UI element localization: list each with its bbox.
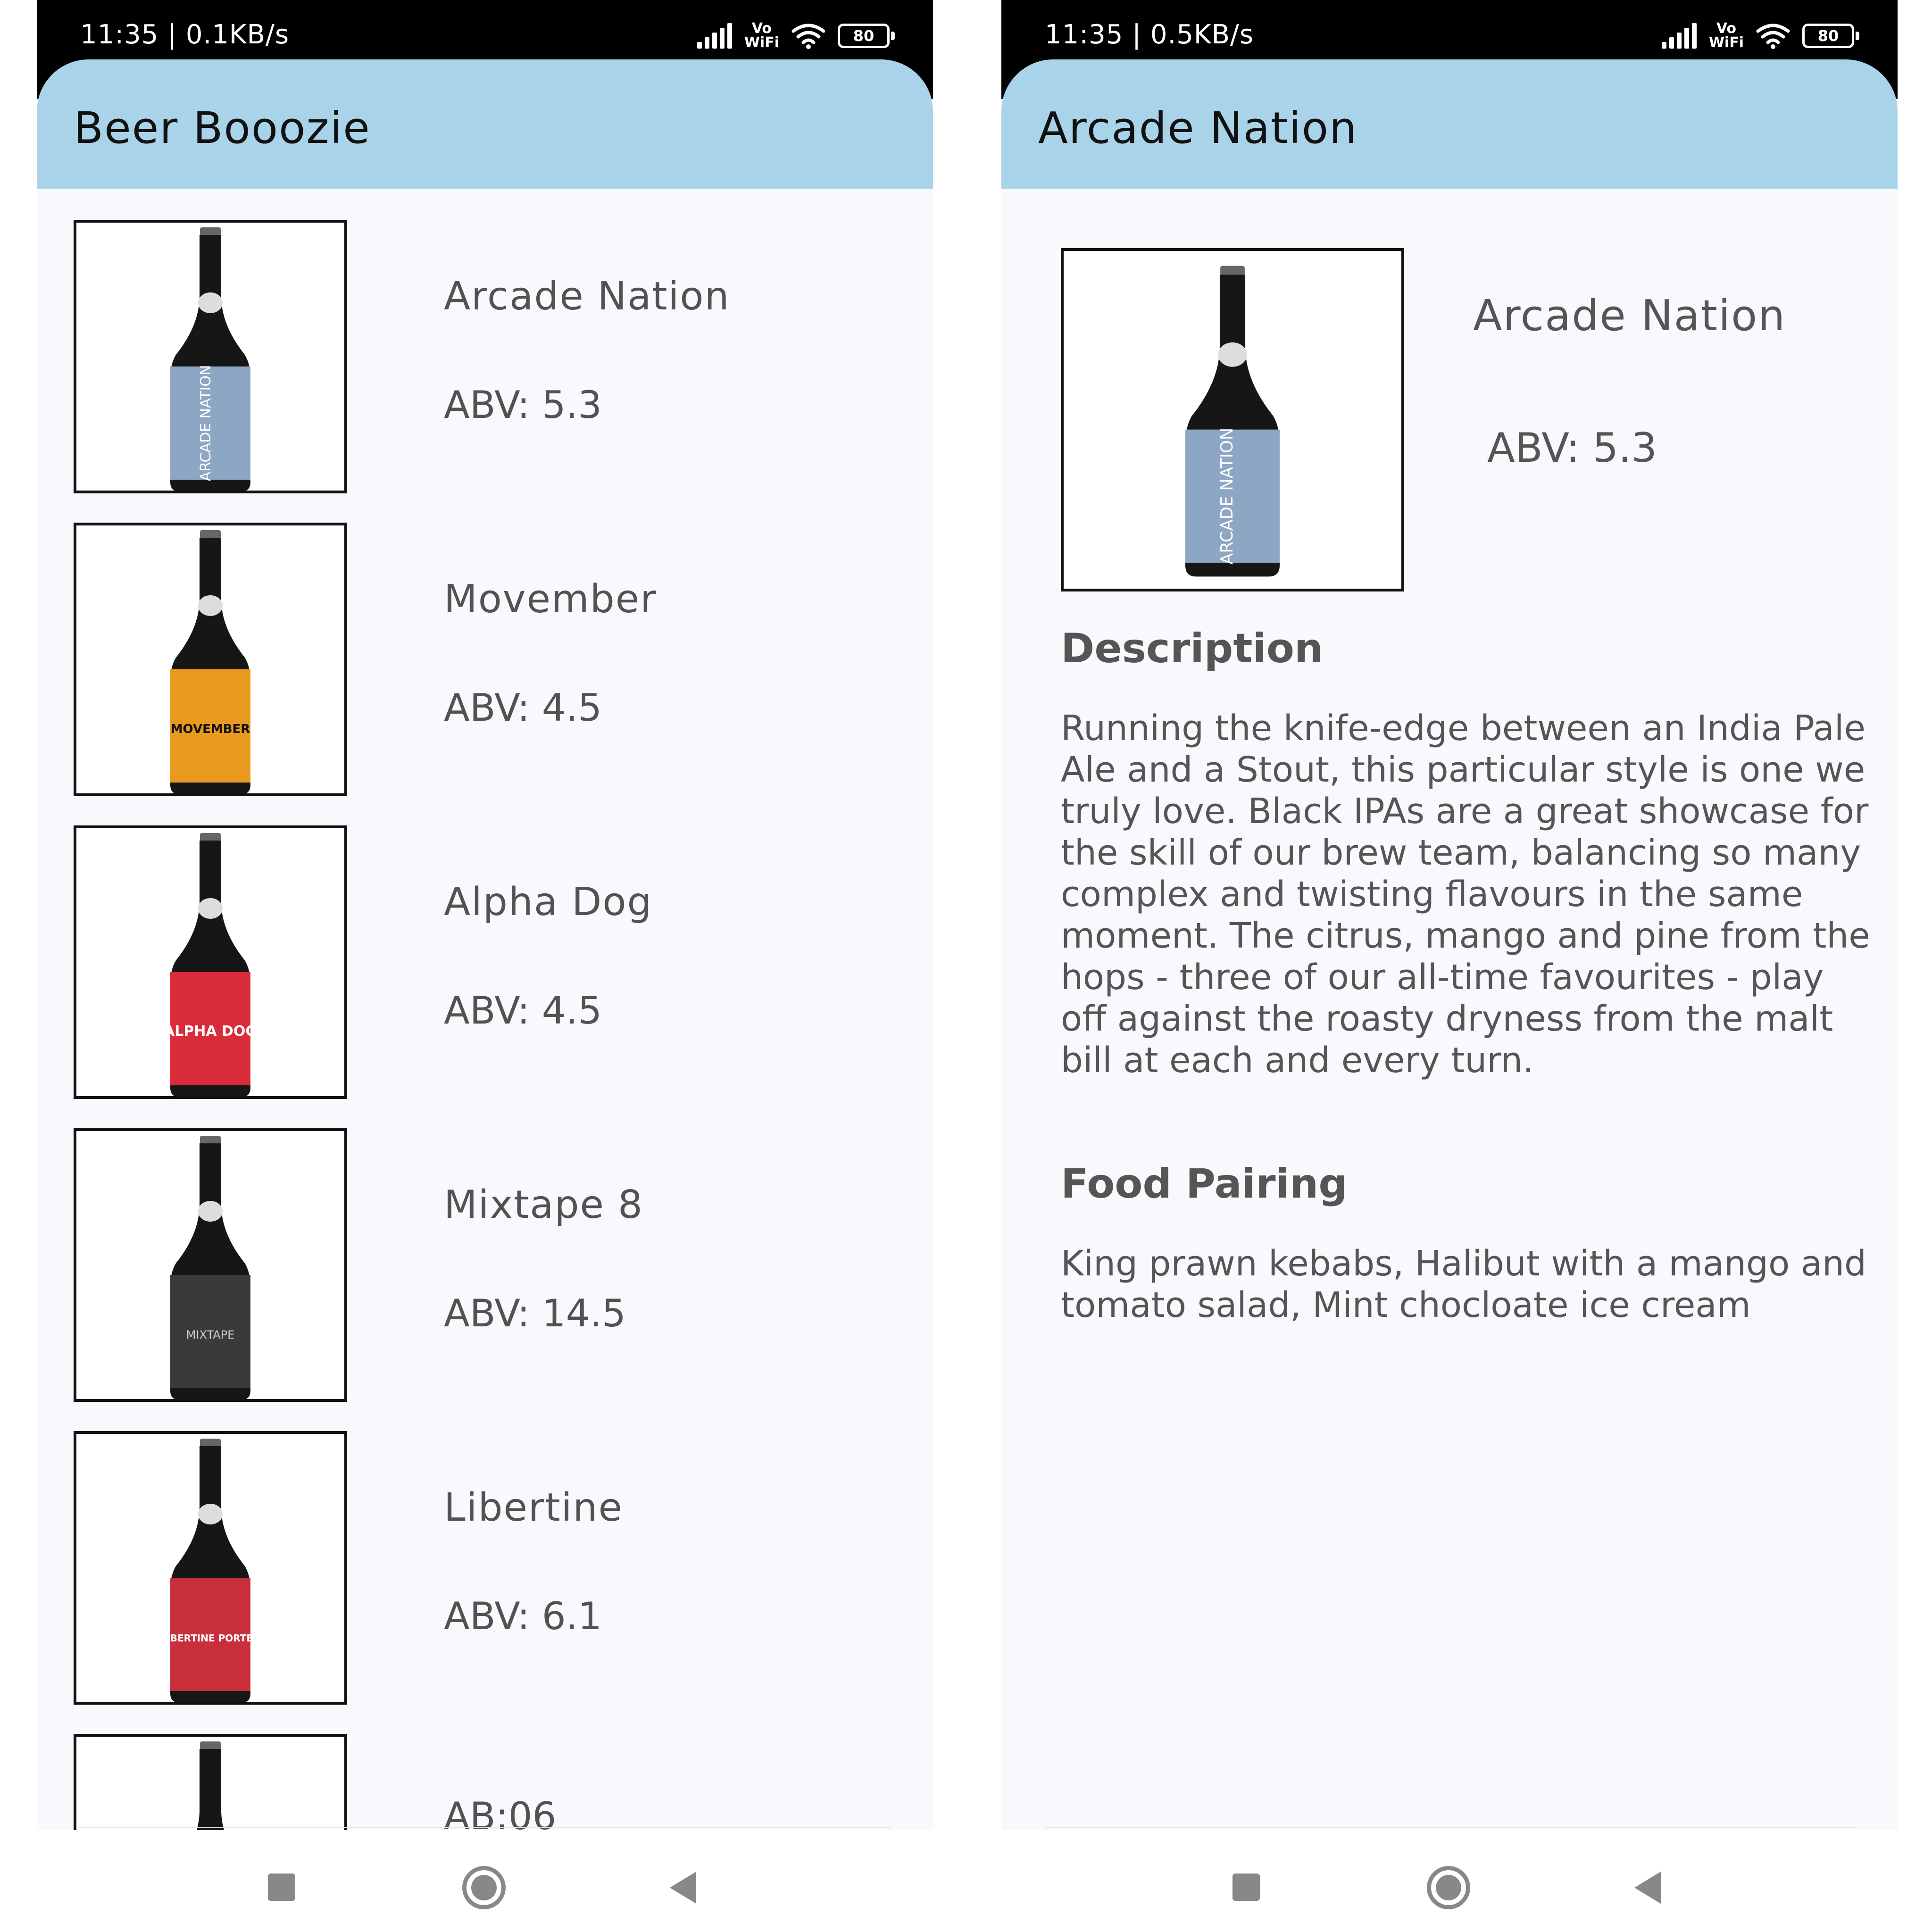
- beer-bottle-image: LIBERTINE PORTER: [170, 1439, 250, 1702]
- beer-list: ARCADE NATION Arcade Nation ABV: 5.3 MOV…: [37, 189, 933, 1830]
- svg-text:ALPHA DOG: ALPHA DOG: [170, 1023, 250, 1040]
- navigation-bar: [37, 1835, 933, 1932]
- beer-list-screen: 11:35 | 0.1KB/s VoWiFi 80 Beer Booozie: [37, 0, 933, 1932]
- beer-abv: ABV: 5.3: [1487, 425, 1657, 472]
- beer-detail-image: ARCADE NATION: [1061, 248, 1404, 591]
- food-pairing-heading: Food Pairing: [1061, 1160, 1348, 1208]
- beer-bottle-image: [197, 1741, 224, 1830]
- beer-thumbnail: ALPHA DOG: [74, 825, 347, 1099]
- beer-thumbnail: ARCADE NATION: [74, 220, 347, 493]
- svg-text:MIXTAPE: MIXTAPE: [186, 1328, 235, 1341]
- beer-name: Arcade Nation: [444, 274, 730, 319]
- beer-detail-content: ARCADE NATION Arcade Nation ABV: 5.3 Des…: [1001, 189, 1898, 1830]
- list-item[interactable]: ARCADE NATION Arcade Nation ABV: 5.3: [74, 220, 875, 493]
- battery-icon: 80: [1802, 24, 1859, 48]
- svg-text:ARCADE NATION: ARCADE NATION: [1217, 428, 1237, 565]
- vowifi-icon: Vo WiFi: [1708, 20, 1744, 51]
- home-circle-icon[interactable]: [1427, 1866, 1470, 1909]
- wifi-icon: [791, 24, 825, 49]
- app-title: Beer Booozie: [74, 103, 371, 153]
- beer-thumbnail: MIXTAPE: [74, 1128, 347, 1402]
- list-item[interactable]: MOVEMBER Movember ABV: 4.5: [74, 523, 875, 796]
- description-text: Running the knife-edge between an India …: [1061, 708, 1870, 1081]
- home-circle-icon[interactable]: [462, 1866, 506, 1909]
- bottom-divider: [1044, 1827, 1855, 1828]
- back-triangle-icon[interactable]: [1634, 1872, 1661, 1904]
- list-item[interactable]: LIBERTINE PORTER Libertine ABV: 6.1: [74, 1431, 875, 1705]
- navigation-bar: [1001, 1835, 1898, 1932]
- list-item[interactable]: MIXTAPE Mixtape 8 ABV: 14.5: [74, 1128, 875, 1402]
- beer-abv: ABV: 6.1: [444, 1594, 602, 1638]
- vowifi-icon: Vo WiFi: [744, 20, 779, 51]
- svg-text:LIBERTINE PORTER: LIBERTINE PORTER: [170, 1632, 250, 1644]
- beer-name: Movember: [444, 577, 657, 622]
- beer-bottle-image: MOVEMBER: [170, 530, 250, 793]
- bottom-divider: [79, 1827, 891, 1828]
- svg-text:ARCADE NATION: ARCADE NATION: [198, 365, 214, 482]
- recents-square-icon[interactable]: [1232, 1874, 1260, 1901]
- beer-abv: ABV: 5.3: [444, 383, 602, 427]
- status-icons: Vo WiFi 80: [1661, 17, 1859, 55]
- beer-name: Libertine: [444, 1485, 624, 1530]
- status-time-speed: 11:35 | 0.5KB/s: [1045, 19, 1254, 50]
- beer-bottle-image: ARCADE NATION: [170, 227, 250, 491]
- signal-icon: [1661, 23, 1697, 49]
- beer-abv: ABV: 14.5: [444, 1291, 626, 1335]
- description-heading: Description: [1061, 625, 1324, 672]
- food-pairing-text: King prawn kebabs, Halibut with a mango …: [1061, 1243, 1867, 1325]
- beer-abv: AB:06: [444, 1794, 557, 1830]
- wifi-icon: [1756, 24, 1790, 49]
- app-bar: Arcade Nation: [1001, 59, 1898, 189]
- app-bar: Beer Booozie: [37, 59, 933, 189]
- beer-thumbnail: [74, 1734, 347, 1830]
- battery-icon: 80: [838, 24, 895, 48]
- beer-thumbnail: LIBERTINE PORTER: [74, 1431, 347, 1705]
- beer-name: Mixtape 8: [444, 1183, 644, 1227]
- beer-thumbnail: MOVEMBER: [74, 523, 347, 796]
- signal-icon: [697, 23, 732, 49]
- beer-bottle-image: ARCADE NATION: [1185, 266, 1280, 577]
- status-time-speed: 11:35 | 0.1KB/s: [80, 19, 290, 50]
- recents-square-icon[interactable]: [268, 1874, 295, 1901]
- status-icons: Vo WiFi 80: [697, 17, 895, 55]
- beer-abv: ABV: 4.5: [444, 989, 602, 1033]
- back-triangle-icon[interactable]: [670, 1872, 696, 1904]
- beer-name: Arcade Nation: [1473, 291, 1786, 341]
- beer-name: Alpha Dog: [444, 880, 653, 924]
- list-item[interactable]: ALPHA DOG Alpha Dog ABV: 4.5: [74, 825, 875, 1099]
- svg-text:MOVEMBER: MOVEMBER: [171, 722, 250, 736]
- list-item[interactable]: AB:06: [74, 1734, 875, 1830]
- beer-bottle-image: ALPHA DOG: [170, 833, 250, 1096]
- beer-bottle-image: MIXTAPE: [170, 1136, 250, 1399]
- app-title: Arcade Nation: [1038, 103, 1358, 153]
- beer-abv: ABV: 4.5: [444, 686, 602, 730]
- beer-detail-screen: 11:35 | 0.5KB/s VoWiFi 80 Arcade Nation: [1001, 0, 1898, 1932]
